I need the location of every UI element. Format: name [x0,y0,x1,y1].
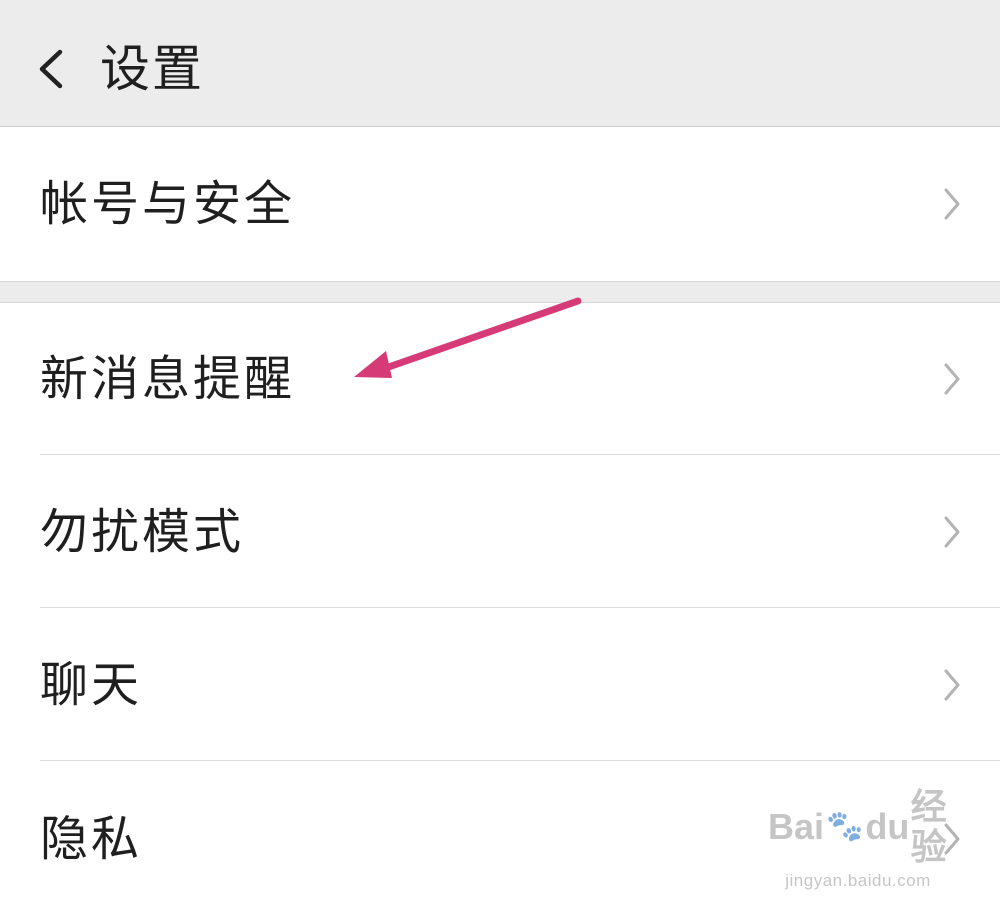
settings-item-label: 聊天 [40,657,143,713]
baidu-jingyan-watermark: Bai 🐾 du 经验 jingyan.baidu.com [768,787,948,891]
chevron-right-icon [940,359,964,399]
section-separator [0,281,1000,303]
settings-item-do-not-disturb[interactable]: 勿扰模式 [0,456,1000,608]
watermark-url: jingyan.baidu.com [785,871,931,890]
settings-item-new-message-alerts[interactable]: 新消息提醒 [0,303,1000,455]
settings-item-label: 帐号与安全 [40,176,296,232]
settings-item-label: 勿扰模式 [40,504,245,560]
chevron-right-icon [940,665,964,705]
watermark-text: 经验 [910,786,947,867]
watermark-text: du [865,806,910,847]
chevron-left-icon [26,38,76,100]
paw-icon: 🐾 [826,810,864,843]
navigation-bar: 设置 [0,0,1000,127]
back-button[interactable] [26,38,76,100]
settings-item-chat[interactable]: 聊天 [0,609,1000,761]
watermark-text: Bai [768,806,825,847]
row-divider [40,760,1000,761]
settings-item-account-security[interactable]: 帐号与安全 [0,128,1000,280]
chevron-right-icon [940,184,964,224]
settings-item-label: 新消息提醒 [40,351,296,407]
row-divider [40,607,1000,608]
chevron-right-icon [940,512,964,552]
settings-item-label: 隐私 [40,811,143,867]
row-divider [40,454,1000,455]
page-title: 设置 [100,40,204,98]
